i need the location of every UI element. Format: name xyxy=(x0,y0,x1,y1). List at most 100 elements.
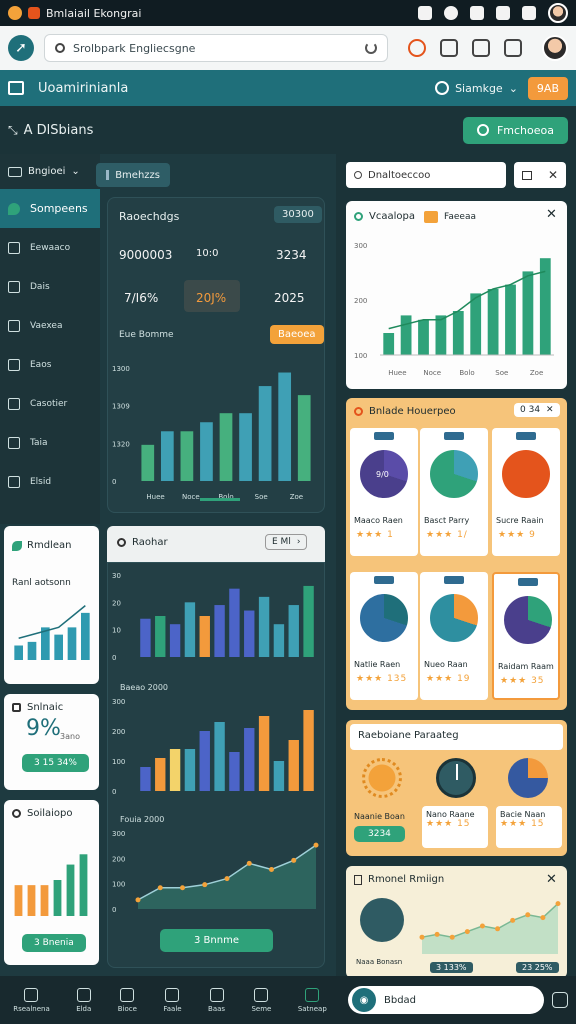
user-avatar[interactable] xyxy=(548,3,568,23)
sidebar-item-7[interactable]: Elsid xyxy=(0,462,100,501)
y-tick-label: 300 xyxy=(112,698,125,706)
y-tick-label: 10 xyxy=(112,627,121,635)
bottom-nav-item-2[interactable]: Bioce xyxy=(118,987,137,1013)
gauge-card: Raeboiane Paraateg Naanie Boan 3234 Nano… xyxy=(346,720,567,856)
bar xyxy=(140,767,151,791)
percent-button[interactable]: 3 15 34% xyxy=(22,754,89,772)
percent-card[interactable]: Snlnaic 9% 3ano 3 15 34% xyxy=(4,694,99,790)
summary-card[interactable]: Soilaiopo 3 Bnenia xyxy=(4,800,99,965)
bottom-nav-item-1[interactable]: Elda xyxy=(76,987,91,1013)
report-nav[interactable]: E Ml › xyxy=(265,534,308,550)
filter-chip[interactable]: Bmehzzs xyxy=(96,163,170,187)
search-icon xyxy=(354,171,362,179)
brand-logo-icon[interactable]: ➚ xyxy=(8,35,34,61)
search-input[interactable]: Srolbpark Engliecsgne xyxy=(44,34,388,62)
bar xyxy=(288,605,299,657)
pie-tile[interactable]: Nueo Raan ★★★ 19 xyxy=(420,572,488,700)
bottom-nav-item-0[interactable]: Rsealnena xyxy=(13,987,50,1013)
gauge-value-1[interactable]: 3234 xyxy=(354,826,405,842)
share-icon[interactable] xyxy=(472,39,490,57)
main-card-tag[interactable]: 30300 xyxy=(274,206,322,223)
sidebar-item-6[interactable]: Taia xyxy=(0,423,100,462)
trend-card[interactable]: Rmdlean Ranl aotsonn xyxy=(4,526,99,684)
bottom-tag-1[interactable]: 3 133% xyxy=(430,962,473,973)
language-selector[interactable]: Siamkge ⌄ xyxy=(435,81,518,95)
summary-button[interactable]: 3 Bnenia xyxy=(22,934,86,952)
sidebar-item-2[interactable]: Dais xyxy=(0,267,100,306)
report-chart-2: 300 200 100 0 xyxy=(112,698,314,796)
chat-icon[interactable] xyxy=(440,39,458,57)
right-chart-card[interactable]: Vcaalopa Faeeaa ✕ 300 200 100 Huee Noce Bolo S… xyxy=(346,201,567,389)
bottom-nav-item-6[interactable]: Satneap xyxy=(298,987,327,1013)
sidebar-item-5[interactable]: Casotier xyxy=(0,384,100,423)
right-window-controls[interactable]: ✕ xyxy=(514,162,566,188)
main-sub-tag[interactable]: Baeoea xyxy=(270,325,324,344)
sidebar-item-label: Casotier xyxy=(30,398,68,409)
data-point xyxy=(449,934,455,940)
tile-tab-icon xyxy=(374,432,394,440)
pie-tile-label: Maaco Raen xyxy=(354,516,403,525)
timer-icon[interactable] xyxy=(408,39,426,57)
bottom-nav-item-5[interactable]: Seme xyxy=(251,987,271,1013)
close-icon[interactable]: ✕ xyxy=(546,207,557,222)
refresh-icon[interactable] xyxy=(365,42,377,54)
window-icon[interactable] xyxy=(521,170,532,180)
header-action-button[interactable]: 9AB xyxy=(527,76,568,100)
y-tick-label: 200 xyxy=(354,297,367,305)
pie-tile[interactable]: Basct Parry ★★★ 1/ xyxy=(420,428,488,556)
bar xyxy=(400,315,412,355)
sidebar-item-0[interactable]: Sompeens xyxy=(0,189,100,228)
report-button[interactable]: 3 Bnnme xyxy=(160,929,273,952)
tile-tab-icon xyxy=(518,578,538,586)
camera-icon[interactable]: ◉ xyxy=(352,988,376,1012)
pie-chart xyxy=(358,592,410,644)
app-title: Uoamirinianla xyxy=(38,80,129,96)
gauge-tile-3[interactable]: Bacie Naan ★★★ 15 xyxy=(496,806,562,848)
bottom-tag-2[interactable]: 23 25% xyxy=(516,962,559,973)
close-icon[interactable]: ✕ xyxy=(548,168,558,182)
bar xyxy=(219,413,233,481)
bar xyxy=(522,271,534,355)
pin-icon: ⤡ xyxy=(8,122,18,137)
document-icon[interactable] xyxy=(470,6,484,20)
message-input[interactable]: ◉ Bbdad xyxy=(348,986,544,1014)
rating-stars: ★★★ 15 xyxy=(500,819,545,829)
data-point xyxy=(540,915,546,921)
bottom-nav-item-4[interactable]: Baas xyxy=(208,987,225,1013)
app-header: Uoamirinianla Siamkge ⌄ 9AB xyxy=(0,70,576,106)
data-point xyxy=(224,876,230,882)
right-chart-tag: Faeeaa xyxy=(444,212,476,222)
bell-icon[interactable] xyxy=(418,6,432,20)
close-icon[interactable]: ✕ xyxy=(546,405,554,415)
settings-icon[interactable] xyxy=(444,6,458,20)
status-title: Bmlaiail Ekongrai xyxy=(46,6,142,20)
bottom-nav-item-3[interactable]: Faale xyxy=(163,987,182,1013)
send-icon[interactable] xyxy=(552,992,568,1008)
x-tick-label: Noce xyxy=(182,493,200,501)
pin-icon[interactable] xyxy=(496,6,510,20)
bar xyxy=(258,716,270,791)
right-search-input[interactable]: Dnaltoeccoo xyxy=(346,162,506,188)
main-stats-card: Raoechdgs 30300 9000003 10:0 3234 7/I6% … xyxy=(107,197,325,513)
sidebar-item-3[interactable]: Vaexea xyxy=(0,306,100,345)
pie-chart xyxy=(502,594,554,646)
image-icon[interactable] xyxy=(522,6,536,20)
gauge-hand xyxy=(456,764,458,780)
close-icon[interactable]: ✕ xyxy=(546,872,557,887)
kpi-5: 20J% xyxy=(196,291,227,305)
apps-grid-icon[interactable] xyxy=(8,81,24,95)
grid-icon[interactable] xyxy=(504,39,522,57)
sidebar-item-4[interactable]: Eaos xyxy=(0,345,100,384)
sidebar-item-1[interactable]: Eewaaco xyxy=(0,228,100,267)
pie-tile[interactable]: Natlie Raen ★★★ 135 xyxy=(350,572,418,700)
report-chart-1: 30 20 10 0 xyxy=(112,572,314,662)
profile-avatar[interactable] xyxy=(542,35,568,61)
pie-tile[interactable]: Sucre Raain ★★★ 9 xyxy=(492,428,560,556)
gauge-tile-2[interactable]: Nano Raane ★★★ 15 xyxy=(422,806,488,848)
cloud-icon xyxy=(8,358,20,371)
section-action-button[interactable]: Fmchoeoa xyxy=(462,116,568,144)
sidebar-dropdown[interactable]: Bngioei ⌄ xyxy=(0,154,100,189)
pie-tile[interactable]: 9/0 Maaco Raen ★★★ 1 xyxy=(350,428,418,556)
pie-tile[interactable]: Raidam Raam ★★★ 35 xyxy=(492,572,560,700)
pie-card-filter[interactable]: 0 34 ✕ xyxy=(514,403,560,417)
